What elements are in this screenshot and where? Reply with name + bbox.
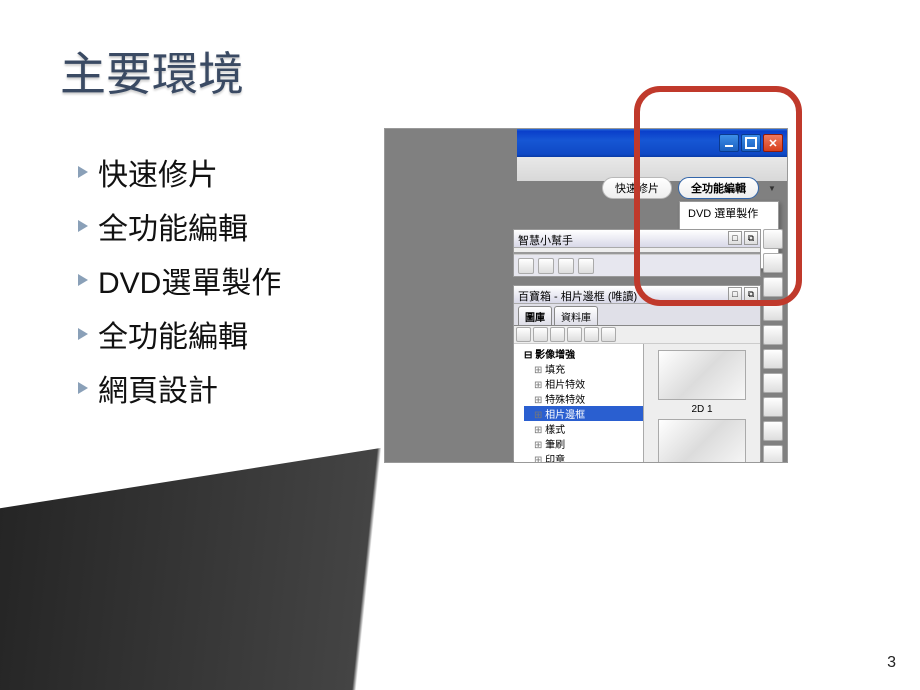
tab-gallery[interactable]: 圖庫 (518, 306, 552, 325)
dock-icon[interactable] (763, 229, 783, 249)
list-icon[interactable] (567, 327, 582, 342)
panel-dock-icon[interactable]: ⧉ (744, 287, 758, 301)
bullet-marker-icon (78, 220, 88, 232)
folder-icon[interactable] (533, 327, 548, 342)
panel-dock-icon[interactable]: ⧉ (744, 231, 758, 245)
bullet-item: 網頁設計 (78, 366, 281, 410)
tree-item[interactable]: 特殊特效 (524, 391, 643, 406)
thumbnail[interactable] (658, 350, 746, 400)
panel-box-toolbar (514, 326, 760, 344)
home-icon[interactable] (518, 258, 534, 274)
panel-box-title: 百寶箱 - 相片邊框 (唯讀) (518, 291, 637, 303)
panel-box-header: 百寶箱 - 相片邊框 (唯讀) □ ⧉ (514, 286, 760, 304)
dock-icon[interactable] (763, 301, 783, 321)
mode-quickfix-button[interactable]: 快速修片 (602, 177, 672, 199)
bullet-text: 全功能編輯 (98, 204, 248, 248)
thumbnail-label: 2D 1 (691, 404, 712, 415)
dock-icon[interactable] (763, 325, 783, 345)
home-icon[interactable] (516, 327, 531, 342)
dock-icon[interactable] (763, 277, 783, 297)
dock-icon[interactable] (763, 445, 783, 463)
slide-title: 主要環境 (60, 38, 244, 104)
bullet-marker-icon (78, 274, 88, 286)
dock-icon[interactable] (763, 421, 783, 441)
bullet-item: 快速修片 (78, 150, 281, 194)
panel-smart-helper: 智慧小幫手 □ ⧉ (513, 229, 761, 253)
dropdown-item-dvd[interactable]: DVD 選單製作 (680, 202, 778, 224)
search-icon[interactable] (601, 327, 616, 342)
app-screenshot: 快速修片 全功能編輯 ▼ DVD 選單製作 全功能編輯 網頁設計 智慧小幫手 □… (384, 128, 788, 463)
bullet-text: DVD選單製作 (98, 258, 281, 302)
refresh-icon[interactable] (550, 327, 565, 342)
tree-item[interactable]: 相片特效 (524, 376, 643, 391)
close-button[interactable] (763, 134, 783, 152)
panel-minimize-icon[interactable]: □ (728, 231, 742, 245)
tree-item[interactable]: 填充 (524, 361, 643, 376)
bullet-marker-icon (78, 382, 88, 394)
bullet-text: 全功能編輯 (98, 312, 248, 356)
bullet-marker-icon (78, 328, 88, 340)
maximize-button[interactable] (741, 134, 761, 152)
right-dock (763, 229, 785, 463)
mode-switcher: 快速修片 全功能編輯 ▼ (602, 177, 779, 199)
print-icon[interactable] (578, 258, 594, 274)
mode-fulledit-button[interactable]: 全功能編輯 (678, 177, 759, 199)
bullet-text: 快速修片 (98, 150, 218, 194)
panel-smart-toolbar (513, 253, 761, 277)
mode-dropdown-arrow-icon[interactable]: ▼ (765, 181, 779, 195)
thumbnail[interactable] (658, 419, 746, 464)
minimize-button[interactable] (719, 134, 739, 152)
bullet-item: 全功能編輯 (78, 204, 281, 248)
panel-box-tabs: 圖庫 資料庫 (514, 304, 760, 325)
panel-smart-title: 智慧小幫手 (518, 235, 573, 247)
dock-icon[interactable] (763, 373, 783, 393)
bullet-marker-icon (78, 166, 88, 178)
bullet-item: 全功能編輯 (78, 312, 281, 356)
thumbnail-icon[interactable] (584, 327, 599, 342)
panel-smart-header: 智慧小幫手 □ ⧉ (514, 230, 760, 248)
bullet-item: DVD選單製作 (78, 258, 281, 302)
decorative-wedge (0, 411, 661, 690)
tree-root-label: 影像增強 (535, 350, 575, 361)
dock-icon[interactable] (763, 253, 783, 273)
forward-icon[interactable] (558, 258, 574, 274)
panel-minimize-icon[interactable]: □ (728, 287, 742, 301)
preview-pane: 2D 1 (644, 344, 760, 463)
back-icon[interactable] (538, 258, 554, 274)
bullet-list: 快速修片 全功能編輯 DVD選單製作 全功能編輯 網頁設計 (78, 150, 281, 420)
dock-icon[interactable] (763, 397, 783, 417)
bullet-text: 網頁設計 (98, 366, 218, 410)
page-number: 3 (887, 654, 896, 672)
window-titlebar (517, 129, 787, 157)
tab-database[interactable]: 資料庫 (554, 306, 598, 325)
dock-icon[interactable] (763, 349, 783, 369)
